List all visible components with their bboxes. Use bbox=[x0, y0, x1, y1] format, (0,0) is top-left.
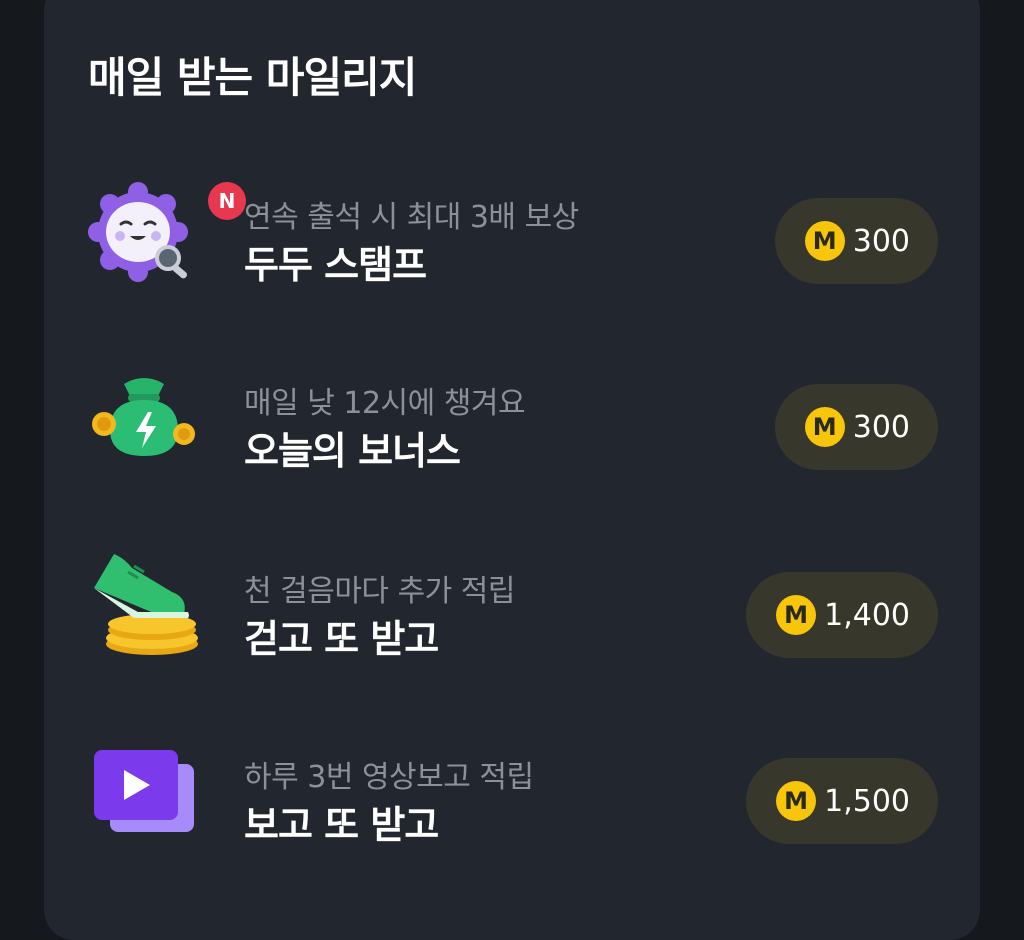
reward-amount: 300 bbox=[852, 223, 910, 259]
item-subtitle: 매일 낮 12시에 챙겨요 bbox=[244, 386, 526, 421]
list-item-dudu-stamp[interactable]: N 연속 출석 시 최대 3배 보상 두두 스탬프 M 300 bbox=[44, 174, 980, 294]
mileage-coin-icon: M bbox=[776, 595, 817, 635]
reward-button[interactable]: M 1,500 bbox=[746, 758, 938, 844]
new-badge: N bbox=[208, 182, 246, 220]
list-item-watch-reward[interactable]: 하루 3번 영상보고 적립 보고 또 받고 M 1,500 bbox=[44, 734, 980, 854]
item-subtitle: 하루 3번 영상보고 적립 bbox=[244, 760, 534, 795]
mileage-coin-icon: M bbox=[804, 221, 845, 261]
stamp-character-icon bbox=[88, 174, 200, 286]
reward-amount: 1,400 bbox=[824, 597, 910, 633]
item-subtitle: 천 걸음마다 추가 적립 bbox=[244, 574, 516, 609]
item-subtitle: 연속 출석 시 최대 3배 보상 bbox=[244, 200, 579, 235]
sneaker-coins-icon bbox=[88, 548, 200, 660]
reward-amount: 1,500 bbox=[824, 783, 910, 819]
reward-button[interactable]: M 1,400 bbox=[746, 572, 938, 658]
reward-button[interactable]: M 300 bbox=[774, 198, 938, 284]
list-item-today-bonus[interactable]: 매일 낮 12시에 챙겨요 오늘의 보너스 M 300 bbox=[44, 360, 980, 480]
mileage-coin-icon: M bbox=[804, 407, 845, 447]
section-title: 매일 받는 마일리지 bbox=[88, 53, 417, 102]
item-name: 오늘의 보너스 bbox=[244, 429, 461, 473]
reward-button[interactable]: M 300 bbox=[774, 384, 938, 470]
money-pouch-icon bbox=[88, 360, 200, 472]
reward-amount: 300 bbox=[852, 409, 910, 445]
item-name: 보고 또 받고 bbox=[244, 803, 439, 847]
item-name: 걷고 또 받고 bbox=[244, 617, 439, 661]
video-play-icon bbox=[88, 734, 200, 846]
list-item-walk-reward[interactable]: 천 걸음마다 추가 적립 걷고 또 받고 M 1,400 bbox=[44, 548, 980, 668]
mileage-coin-icon: M bbox=[776, 781, 817, 821]
item-name: 두두 스탬프 bbox=[244, 243, 427, 287]
